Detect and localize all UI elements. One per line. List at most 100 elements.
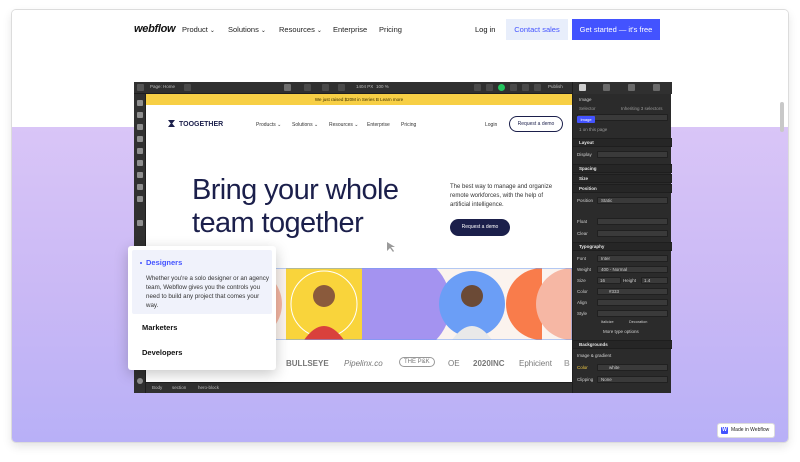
undo-icon[interactable]: [474, 84, 481, 91]
logo-2020inc: 2020INC: [473, 359, 505, 368]
italicize-label: Italicize: [601, 320, 614, 324]
align-options[interactable]: [597, 299, 668, 306]
share-icon[interactable]: [522, 84, 529, 91]
inheriting-label: Inheriting 3 selectors: [621, 106, 663, 111]
nav-product[interactable]: Product ⌄: [182, 25, 215, 34]
apps-icon[interactable]: [137, 220, 143, 226]
browser-frame: webflow Product ⌄ Solutions ⌄ Resources ⌄ E…: [12, 10, 788, 442]
display-options[interactable]: [597, 151, 668, 158]
float-options[interactable]: [597, 218, 668, 225]
site-request-demo-button[interactable]: Request a demo: [509, 116, 563, 132]
fullscreen-icon[interactable]: [534, 84, 541, 91]
site-nav-resources[interactable]: Resources ⌄: [329, 122, 359, 128]
logo-partial: B: [564, 359, 570, 368]
layout-section[interactable]: Layout: [573, 138, 672, 147]
code-icon[interactable]: [510, 84, 517, 91]
nav-enterprise[interactable]: Enterprise: [333, 25, 367, 34]
desktop-breakpoint-icon[interactable]: [284, 84, 291, 91]
crumb-body[interactable]: Body: [152, 385, 162, 390]
publish-button[interactable]: Publish: [548, 84, 563, 89]
webflow-w-icon[interactable]: [137, 84, 144, 91]
nav-pricing[interactable]: Pricing: [379, 25, 402, 34]
menu-item-designers[interactable]: Designers Whether you're a solo designer…: [132, 250, 272, 314]
cms-icon[interactable]: [137, 148, 143, 154]
crumb-hero-block[interactable]: hero-block: [198, 385, 219, 390]
site-login-link[interactable]: Login: [485, 122, 497, 128]
toogether-logo[interactable]: TOOGETHER: [168, 120, 223, 128]
image-gradient-label: Image & gradient: [577, 353, 612, 358]
logo-oe: OE: [448, 359, 460, 368]
get-started-button[interactable]: Get started — it's free: [572, 19, 660, 40]
person-2-head: [461, 285, 483, 307]
bg-color-input[interactable]: [597, 364, 668, 371]
style-label: Style: [577, 311, 588, 316]
site-nav-pricing[interactable]: Pricing: [401, 122, 416, 128]
top-nav: webflow Product ⌄ Solutions ⌄ Resources ⌄ E…: [12, 10, 788, 50]
clear-options[interactable]: [597, 230, 668, 237]
nav-resources[interactable]: Resources ⌄: [279, 25, 322, 34]
assets-icon[interactable]: [137, 172, 143, 178]
made-in-webflow-badge[interactable]: W Made in Webflow: [718, 424, 774, 437]
redo-icon[interactable]: [486, 84, 493, 91]
webflow-logo[interactable]: webflow: [134, 23, 176, 35]
interactions-icon[interactable]: [137, 184, 143, 190]
audience-menu: Designers Whether you're a solo designer…: [128, 246, 276, 370]
ecommerce-icon[interactable]: [137, 160, 143, 166]
backgrounds-section[interactable]: Backgrounds: [573, 340, 672, 349]
active-dot-icon: [140, 262, 142, 264]
lightning-icon[interactable]: [653, 84, 660, 91]
size-label: Size: [577, 278, 586, 283]
selector-label: Selector: [579, 106, 596, 111]
hero-request-demo-button[interactable]: Request a demo: [450, 219, 510, 236]
page-scrollbar[interactable]: [780, 102, 784, 132]
announcement-banner[interactable]: We just raised $20M in Series B Learn mo…: [146, 94, 572, 105]
font-label: Font: [577, 256, 587, 261]
hero-subtext: The best way to manage and organize remo…: [450, 184, 553, 208]
symbols-icon[interactable]: [137, 136, 143, 142]
nav-solutions[interactable]: Solutions ⌄: [228, 25, 266, 34]
webflow-w-icon: W: [721, 427, 728, 434]
spacing-section[interactable]: Spacing: [573, 164, 672, 173]
toogether-mark-icon: [168, 120, 175, 127]
selector-chip[interactable]: Image: [577, 116, 595, 123]
display-label: Display: [577, 152, 592, 157]
navigator-icon[interactable]: [137, 112, 143, 118]
site-nav-enterprise[interactable]: Enterprise: [367, 122, 390, 128]
tablet-breakpoint-icon[interactable]: [304, 84, 311, 91]
breadcrumb: Body section hero-block: [146, 382, 572, 393]
brush-icon[interactable]: [579, 84, 586, 91]
help-icon[interactable]: [137, 378, 143, 384]
site-nav-products[interactable]: Products ⌄: [256, 122, 281, 128]
add-icon[interactable]: [137, 100, 143, 106]
clear-label: Clear: [577, 231, 588, 236]
logo-pipelinx: Pipelinx.co: [344, 359, 383, 368]
crumb-section[interactable]: section: [172, 385, 186, 390]
canvas-width: 1404 PX: [356, 84, 374, 89]
settings-icon[interactable]: [137, 196, 143, 202]
more-type-options[interactable]: More type options: [603, 329, 639, 334]
position-section[interactable]: Position: [573, 184, 672, 193]
site-nav-solutions[interactable]: Solutions ⌄: [292, 122, 318, 128]
menu-item-marketers[interactable]: Marketers: [142, 323, 177, 332]
style-options[interactable]: [597, 310, 668, 317]
pages-icon[interactable]: [137, 124, 143, 130]
drop-icon[interactable]: [628, 84, 635, 91]
typography-section[interactable]: Typography: [573, 242, 672, 251]
gear-icon[interactable]: [603, 84, 610, 91]
bg-color-label: Color: [577, 365, 588, 370]
mobile-landscape-icon[interactable]: [322, 84, 329, 91]
menu-item-developers[interactable]: Developers: [142, 348, 182, 357]
contact-sales-button[interactable]: Contact sales: [506, 19, 568, 40]
chevron-down-icon: ⌄: [316, 28, 322, 34]
font-value: Inter: [601, 256, 611, 261]
align-label: Align: [577, 300, 588, 305]
login-link[interactable]: Log in: [475, 25, 495, 34]
on-page-label: 1 on this page: [579, 127, 608, 132]
mobile-portrait-icon[interactable]: [338, 84, 345, 91]
page-selector[interactable]: Page: Home: [150, 84, 175, 89]
eye-icon[interactable]: [184, 84, 191, 91]
size-section[interactable]: Size: [573, 174, 672, 183]
color-input[interactable]: [597, 288, 668, 295]
zoom-level: 100 %: [376, 84, 389, 89]
check-icon: [498, 84, 505, 91]
